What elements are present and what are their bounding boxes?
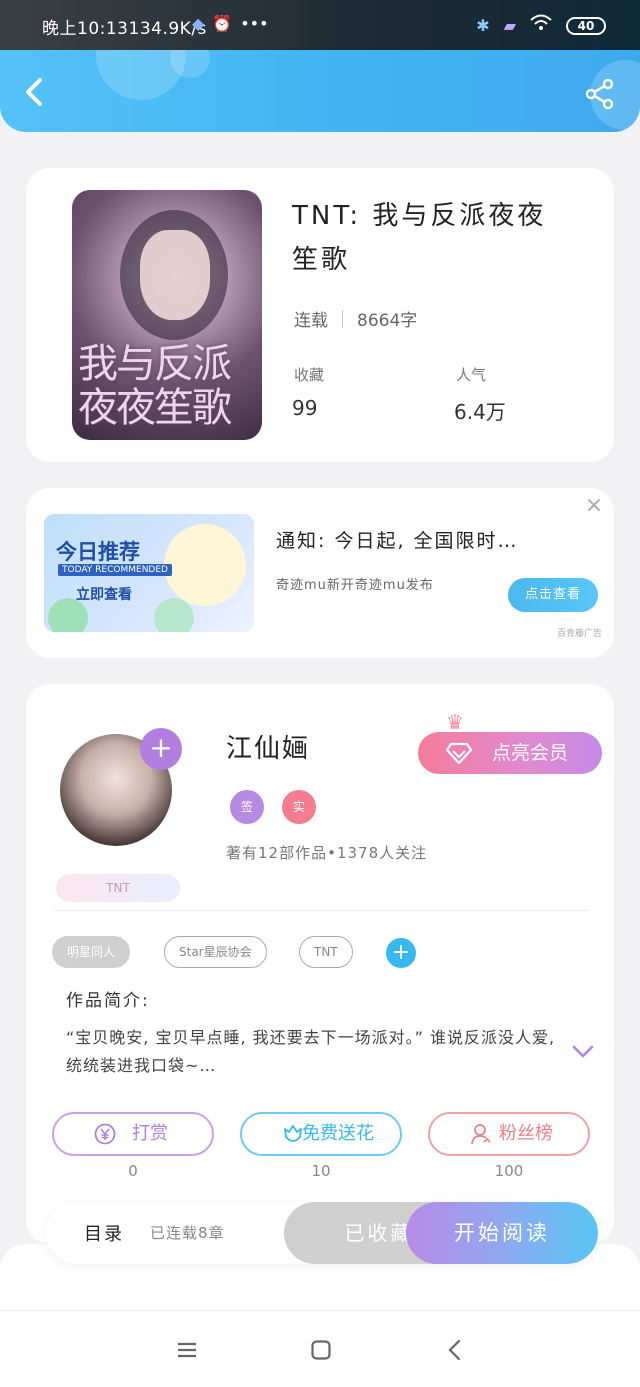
chevron-down-icon[interactable] [572, 1044, 594, 1058]
chapter-count: 已连载8章 [150, 1224, 225, 1242]
back-nav-icon[interactable] [444, 1339, 466, 1361]
ad-title: 通知: 今日起, 全国限时… [276, 530, 519, 552]
top-header [0, 50, 640, 132]
intro-heading: 作品简介: [66, 991, 150, 1011]
system-nav-bar [0, 1310, 640, 1387]
add-tag-icon[interactable]: + [386, 938, 416, 968]
tip-count: 0 [128, 1162, 138, 1180]
ad-description: 奇迹mu新开奇迹mu发布 [276, 578, 434, 593]
ad-view-button[interactable]: 点击查看 [508, 578, 598, 612]
toc-button[interactable]: 目录 [84, 1220, 124, 1246]
book-meta: 连载 8664字 [294, 306, 417, 331]
bluetooth-icon: ✱ [476, 15, 490, 35]
popularity-value: 6.4万 [454, 400, 506, 424]
book-title: TNT: 我与反派夜夜笙歌 [292, 201, 547, 275]
start-reading-button[interactable]: 开始阅读 [406, 1202, 598, 1264]
status-icons-left: ◆ ⏰ ••• [192, 14, 269, 34]
flower-count: 10 [311, 1162, 331, 1180]
read-bar: 目录 已连载8章 已收藏 开始阅读 [46, 1202, 598, 1264]
user-icon [471, 1124, 491, 1145]
author-card: + TNT 江仙婳 ♛ 点亮会员 签 实 著有12部作品•1378人关注 明星同… [26, 684, 614, 1244]
fan-rank-button[interactable]: 粉丝榜 [428, 1112, 590, 1156]
divider [54, 910, 588, 911]
favorites-value: 99 [292, 396, 318, 420]
vip-button[interactable]: 点亮会员 [418, 732, 602, 774]
vpn-icon: ▰ [503, 15, 516, 35]
ad-card[interactable]: 今日推荐 TODAY RECOMMENDED 立即查看 × 通知: 今日起, 全… [26, 488, 614, 658]
diamond-icon [446, 742, 472, 764]
badge-verified: 实 [282, 790, 316, 824]
alarm-icon: ⏰ [212, 14, 233, 33]
share-icon[interactable] [584, 78, 616, 110]
fan-tag: TNT [56, 874, 180, 902]
close-icon[interactable]: × [584, 495, 604, 517]
ad-image-subtitle: TODAY RECOMMENDED [58, 564, 172, 576]
more-notifications: ••• [240, 14, 269, 33]
status-time: 晚上10:13134.9K/s [42, 19, 207, 39]
book-word-count: 8664字 [357, 311, 418, 331]
ad-image-cta: 立即查看 [76, 587, 132, 603]
ad-image-title: 今日推荐 [56, 540, 140, 564]
tag-item[interactable]: 明星同人 [52, 936, 131, 968]
follow-plus-icon[interactable]: + [140, 728, 182, 770]
intro-text: “宝贝晚安, 宝贝早点睡, 我还要去下一场派对。” 谁说反派没人爱, 统统装进我… [66, 1028, 556, 1075]
menu-icon[interactable] [176, 1339, 198, 1361]
author-stats: 著有12部作品•1378人关注 [226, 844, 428, 862]
back-icon[interactable] [20, 74, 52, 110]
badge-signed: 签 [230, 790, 264, 824]
fan-rank-count: 100 [494, 1162, 524, 1180]
popularity-label: 人气 [456, 366, 487, 384]
status-icons-right: ✱ ▰ 40 [476, 14, 606, 37]
tip-button[interactable]: 打赏 [52, 1112, 214, 1156]
author-name[interactable]: 江仙婳 [226, 728, 310, 765]
book-status: 连载 [294, 311, 328, 331]
book-cover[interactable]: 我与反派夜夜笙歌 [72, 190, 262, 440]
favorites-label: 收藏 [294, 366, 325, 384]
send-flower-button[interactable]: 免费送花 [240, 1112, 402, 1156]
home-icon[interactable] [310, 1339, 332, 1361]
app-notification-icon: ◆ [192, 14, 205, 33]
crown-icon: ♛ [446, 710, 464, 734]
tag-item[interactable]: Star星辰协会 [164, 936, 267, 968]
ad-source: 百青藤广告 [556, 629, 602, 639]
flower-icon [284, 1125, 302, 1142]
cover-title: 我与反派夜夜笙歌 [78, 341, 232, 431]
battery-icon: 40 [566, 16, 606, 35]
wifi-icon [530, 14, 552, 37]
yuan-icon [94, 1123, 116, 1145]
status-bar: 晚上10:13134.9K/s ◆ ⏰ ••• ✱ ▰ 40 [0, 0, 640, 50]
ad-image[interactable]: 今日推荐 TODAY RECOMMENDED 立即查看 [44, 514, 254, 632]
book-info-card: 我与反派夜夜笙歌 TNT: 我与反派夜夜笙歌 连载 8664字 收藏 99 人气… [26, 168, 614, 462]
tag-item[interactable]: TNT [299, 936, 353, 968]
